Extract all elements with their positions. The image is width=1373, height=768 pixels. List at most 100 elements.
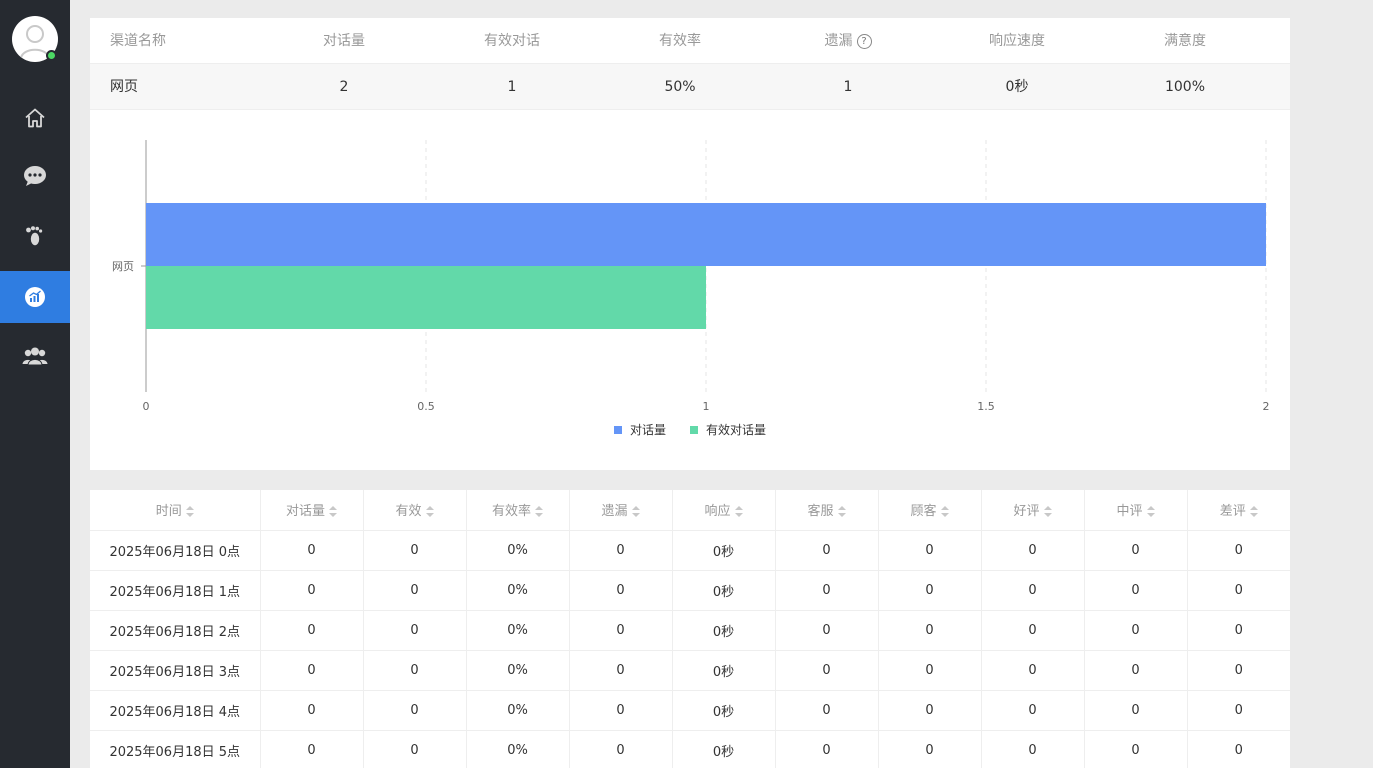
footprints-icon	[26, 226, 43, 246]
table-cell: 0	[981, 570, 1085, 611]
table-cell: 0	[1187, 690, 1290, 731]
table-body: 2025年06月18日 0点 0 0 0% 0 0秒 0 0 0 0 0 2025年06月18日 1点…	[90, 530, 1290, 768]
column-header-label: 有效率	[491, 504, 531, 520]
legend-swatch	[690, 426, 698, 434]
table-cell: 0	[1084, 690, 1188, 731]
table-cell: 0	[878, 650, 982, 691]
table-cell: 0	[981, 650, 1085, 691]
table-cell: 0	[569, 730, 673, 768]
column-header[interactable]: 对话量	[260, 490, 364, 531]
sort-icon[interactable]	[631, 505, 640, 518]
table-cell: 0	[981, 530, 1085, 571]
channel-name: 网页	[110, 79, 138, 95]
table-cell: 0	[775, 610, 879, 651]
column-header[interactable]: 有效	[363, 490, 467, 531]
table-cell: 0	[775, 530, 879, 571]
table-cell: 0秒	[672, 570, 776, 611]
header-valid-conversations: 有效对话	[484, 33, 540, 49]
table-row: 2025年06月18日 0点 0 0 0% 0 0秒 0 0 0 0 0	[90, 530, 1290, 571]
satisfaction-value: 100%	[1164, 79, 1206, 95]
table-cell: 0	[878, 570, 982, 611]
header-valid-rate: 有效率	[659, 33, 701, 49]
column-header[interactable]: 有效率	[466, 490, 570, 531]
summary-header: 渠道名称 对话量 有效对话 有效率 遗漏? 响应速度 满意度	[90, 18, 1290, 64]
nav-footprints[interactable]	[0, 210, 70, 262]
table-row: 2025年06月18日 5点 0 0 0% 0 0秒 0 0 0 0 0	[90, 730, 1290, 768]
sort-icon[interactable]	[837, 505, 846, 518]
table-cell: 0	[775, 570, 879, 611]
table-cell: 2025年06月18日 3点	[90, 650, 261, 691]
table-cell: 0	[981, 730, 1085, 768]
column-header-label: 客服	[807, 504, 834, 520]
column-header-label: 差评	[1219, 504, 1246, 520]
table-cell: 0秒	[672, 650, 776, 691]
column-header-label: 中评	[1116, 504, 1143, 520]
table-cell: 0	[363, 530, 467, 571]
table-cell: 0	[260, 570, 364, 611]
conversations-value: 2	[339, 79, 349, 95]
table-cell: 0	[1187, 730, 1290, 768]
column-header[interactable]: 差评	[1187, 490, 1290, 531]
table-cell: 0	[569, 690, 673, 731]
column-header[interactable]: 顾客	[878, 490, 982, 531]
table-cell: 0	[260, 610, 364, 651]
table-cell: 0	[260, 690, 364, 731]
nav-chat[interactable]	[0, 150, 70, 202]
sort-icon[interactable]	[185, 505, 194, 518]
column-header-label: 时间	[155, 504, 182, 520]
table-row: 2025年06月18日 4点 0 0 0% 0 0秒 0 0 0 0 0	[90, 690, 1290, 731]
table-cell: 0	[1187, 610, 1290, 651]
header-missed-label: 遗漏	[824, 33, 853, 49]
table-cell: 0	[981, 690, 1085, 731]
table-cell: 0%	[466, 730, 570, 768]
sort-icon[interactable]	[329, 505, 337, 518]
analytics-chart-icon	[25, 287, 45, 307]
column-header-label: 好评	[1013, 504, 1040, 520]
sort-icon[interactable]	[734, 505, 743, 518]
column-header-label: 响应	[704, 504, 731, 520]
sort-icon[interactable]	[1043, 505, 1052, 518]
nav-home[interactable]	[0, 92, 70, 144]
column-header[interactable]: 客服	[775, 490, 879, 531]
valid-rate-value: 50%	[664, 79, 696, 95]
table-cell: 0	[569, 610, 673, 651]
table-cell: 0	[878, 530, 982, 571]
column-header[interactable]: 响应	[672, 490, 776, 531]
table-cell: 0	[363, 690, 467, 731]
table-cell: 0	[260, 650, 364, 691]
sort-icon[interactable]	[940, 505, 949, 518]
sort-icon[interactable]	[1146, 505, 1155, 518]
bar-conversations	[146, 203, 1266, 266]
legend-label: 对话量	[630, 423, 666, 437]
bar-valid-conversations	[146, 266, 706, 329]
x-tick-label: 1	[703, 400, 710, 413]
x-tick-label: 1.5	[977, 400, 995, 413]
help-icon[interactable]: ?	[856, 34, 872, 49]
column-header-label: 有效	[395, 504, 422, 520]
legend-label: 有效对话量	[706, 422, 766, 437]
table-cell: 0%	[466, 530, 570, 571]
column-header[interactable]: 遗漏	[569, 490, 673, 531]
x-tick-label: 2	[1263, 400, 1270, 413]
table-cell: 0	[1084, 530, 1188, 571]
table-cell: 2025年06月18日 0点	[90, 530, 261, 571]
table-cell: 0	[878, 730, 982, 768]
table-cell: 0秒	[672, 530, 776, 571]
table-cell: 0	[878, 610, 982, 651]
nav-users[interactable]	[0, 330, 70, 382]
x-tick-label: 0	[143, 400, 150, 413]
column-header[interactable]: 中评	[1084, 490, 1188, 531]
table-cell: 0	[260, 730, 364, 768]
table-cell: 2025年06月18日 1点	[90, 570, 261, 611]
table-row: 2025年06月18日 1点 0 0 0% 0 0秒 0 0 0 0 0	[90, 570, 1290, 611]
table-cell: 0	[569, 530, 673, 571]
sort-icon[interactable]	[1249, 505, 1258, 518]
table-cell: 0	[775, 650, 879, 691]
column-header[interactable]: 时间	[90, 490, 261, 531]
sort-icon[interactable]	[425, 505, 434, 518]
header-missed: 遗漏?	[778, 18, 918, 64]
sort-icon[interactable]	[535, 505, 543, 518]
table-cell: 0	[363, 650, 467, 691]
nav-analytics[interactable]	[0, 271, 70, 323]
column-header[interactable]: 好评	[981, 490, 1085, 531]
